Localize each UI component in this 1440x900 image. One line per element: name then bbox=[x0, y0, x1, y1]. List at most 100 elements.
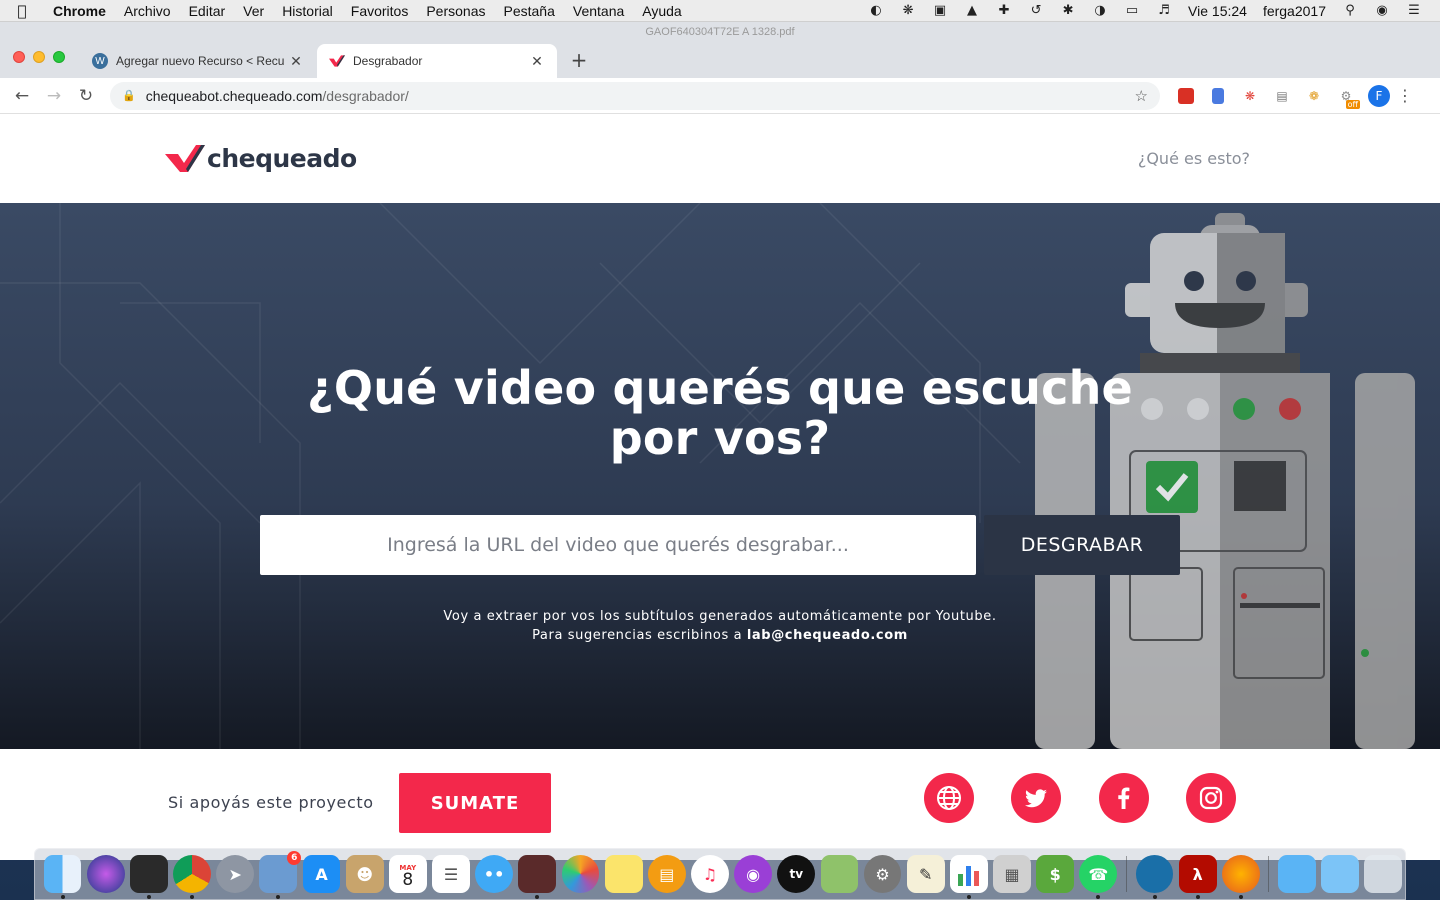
instagram-link[interactable] bbox=[1186, 773, 1236, 823]
contacts-icon[interactable]: ☻ bbox=[345, 855, 384, 893]
mail-icon[interactable]: 6 bbox=[259, 851, 302, 899]
chrome-menu-icon[interactable]: ⋮ bbox=[1390, 86, 1420, 105]
wifi-tray-icon[interactable]: ◑ bbox=[1084, 3, 1116, 18]
chequeado-logo[interactable]: chequeado bbox=[165, 142, 357, 174]
upload-tray-icon[interactable]: ▲ bbox=[956, 3, 988, 18]
website-link[interactable] bbox=[924, 773, 974, 823]
tab-desgrabador[interactable]: Desgrabador ✕ bbox=[317, 44, 557, 78]
applications-folder-icon[interactable] bbox=[1321, 855, 1359, 893]
note-line-2: Para sugerencias escribinos a lab@cheque… bbox=[270, 626, 1170, 645]
calendar-icon[interactable]: MAY 8 bbox=[388, 855, 427, 893]
reminders-icon[interactable]: ☰ bbox=[432, 855, 470, 893]
desgrabar-button[interactable]: DESGRABAR bbox=[984, 515, 1180, 575]
menu-archivo[interactable]: Archivo bbox=[115, 3, 180, 19]
menu-ver[interactable]: Ver bbox=[234, 3, 273, 19]
extension-blue-icon[interactable] bbox=[1202, 86, 1234, 106]
chrome-icon[interactable] bbox=[173, 855, 211, 899]
maps-icon[interactable] bbox=[820, 855, 859, 893]
profile-avatar[interactable]: F bbox=[1368, 84, 1390, 107]
screen-record-tray-icon[interactable]: ▣ bbox=[924, 3, 956, 18]
music-icon[interactable]: ♫ bbox=[691, 855, 729, 893]
chequeado-favicon-icon bbox=[329, 53, 345, 69]
menu-app-name[interactable]: Chrome bbox=[44, 3, 115, 19]
extension-off-icon[interactable]: ⚙ off bbox=[1330, 86, 1362, 109]
twitter-icon bbox=[1025, 789, 1047, 808]
new-tab-button[interactable]: + bbox=[568, 48, 590, 72]
hero-title-line-2: por vos? bbox=[609, 411, 831, 465]
apple-tv-icon[interactable]: tv bbox=[777, 855, 816, 893]
folder-icon[interactable] bbox=[1278, 855, 1316, 893]
lock-icon[interactable]: 🔒 bbox=[122, 89, 136, 102]
money-app-icon[interactable]: $ bbox=[1036, 855, 1075, 893]
contact-email-link[interactable]: lab@chequeado.com bbox=[747, 628, 908, 643]
finder-icon[interactable] bbox=[43, 855, 82, 899]
bookmark-star-icon[interactable]: ☆ bbox=[1135, 87, 1148, 105]
chequeado-logo-icon bbox=[165, 145, 205, 172]
que-es-esto-link[interactable]: ¿Qué es esto? bbox=[1138, 149, 1250, 168]
app-store-icon[interactable]: A bbox=[302, 855, 341, 893]
menubar-clock[interactable]: Vie 15:24 bbox=[1180, 3, 1255, 19]
sync-app-icon[interactable] bbox=[1135, 855, 1174, 899]
acrobat-icon[interactable]: λ bbox=[1178, 855, 1217, 899]
menu-ventana[interactable]: Ventana bbox=[564, 3, 633, 19]
whatsapp-icon[interactable]: ☎ bbox=[1079, 855, 1118, 899]
mission-control-icon[interactable] bbox=[130, 855, 168, 899]
books-icon[interactable]: ▤ bbox=[647, 855, 686, 893]
sumate-button[interactable]: SUMATE bbox=[399, 773, 551, 833]
globe-icon bbox=[937, 786, 961, 810]
siri-icon[interactable]: ◉ bbox=[1366, 3, 1398, 18]
numbers-icon[interactable] bbox=[949, 855, 988, 899]
menubar-user[interactable]: ferga2017 bbox=[1255, 3, 1334, 19]
bluetooth-tray-icon[interactable]: ✱ bbox=[1052, 3, 1084, 18]
plus-tray-icon[interactable]: ✚ bbox=[988, 3, 1020, 18]
menu-ayuda[interactable]: Ayuda bbox=[633, 3, 690, 19]
tab-close-icon[interactable]: ✕ bbox=[529, 53, 545, 70]
photos-icon[interactable] bbox=[561, 855, 600, 893]
launchpad-icon[interactable]: ➤ bbox=[216, 855, 255, 893]
close-window-button[interactable] bbox=[13, 51, 25, 63]
reload-icon[interactable]: ↻ bbox=[70, 86, 102, 106]
time-machine-tray-icon[interactable]: ↺ bbox=[1020, 3, 1052, 18]
messages-icon[interactable]: •• bbox=[475, 855, 514, 893]
podcasts-icon[interactable]: ◉ bbox=[734, 855, 772, 893]
menu-favoritos[interactable]: Favoritos bbox=[342, 3, 418, 19]
zoom-window-button[interactable] bbox=[53, 51, 65, 63]
menu-pestana[interactable]: Pestaña bbox=[495, 3, 564, 19]
extension-spiral-icon[interactable]: ❋ bbox=[1234, 86, 1266, 106]
notes-icon[interactable] bbox=[604, 855, 643, 893]
minimize-window-button[interactable] bbox=[33, 51, 45, 63]
extension-flower-icon[interactable]: ❁ bbox=[1298, 86, 1330, 106]
siri-icon[interactable] bbox=[86, 855, 125, 893]
system-preferences-icon[interactable]: ⚙ bbox=[863, 855, 902, 893]
tab-close-icon[interactable]: ✕ bbox=[288, 53, 304, 70]
apple-menu-icon[interactable]:  bbox=[0, 2, 44, 20]
logo-wordmark: chequeado bbox=[207, 143, 357, 173]
menu-editar[interactable]: Editar bbox=[180, 3, 235, 19]
preview-icon[interactable]: ✎ bbox=[906, 855, 945, 893]
notification-center-icon[interactable]: ☰ bbox=[1398, 3, 1430, 18]
sync-tray-icon[interactable]: ◐ bbox=[860, 3, 892, 18]
window-controls bbox=[13, 51, 65, 63]
volume-tray-icon[interactable]: ♬ bbox=[1148, 3, 1180, 18]
extension-red-icon[interactable] bbox=[1170, 86, 1202, 106]
back-arrow-icon[interactable]: ← bbox=[6, 86, 38, 106]
airplay-tray-icon[interactable]: ▭ bbox=[1116, 3, 1148, 18]
numbers-chart-icon bbox=[957, 866, 979, 886]
menu-historial[interactable]: Historial bbox=[273, 3, 342, 19]
tab-wordpress[interactable]: W Agregar nuevo Recurso < Recu ✕ bbox=[80, 44, 316, 78]
trash-icon[interactable] bbox=[1364, 855, 1403, 893]
twitter-link[interactable] bbox=[1011, 773, 1061, 823]
photo-booth-icon[interactable] bbox=[518, 855, 557, 899]
menu-bar:  Chrome Archivo Editar Ver Historial Fa… bbox=[0, 0, 1440, 22]
aperture-tray-icon[interactable]: ❋ bbox=[892, 3, 924, 18]
forward-arrow-icon[interactable]: → bbox=[38, 86, 70, 106]
address-bar[interactable]: 🔒 chequeabot.chequeado.com /desgrabador/… bbox=[110, 81, 1160, 110]
video-url-input[interactable] bbox=[260, 515, 976, 575]
hero-title: ¿Qué video querés que escuche por vos? bbox=[270, 363, 1170, 463]
extension-book-icon[interactable]: ▤ bbox=[1266, 86, 1298, 106]
firefox-icon[interactable] bbox=[1221, 855, 1260, 899]
calculator-icon[interactable]: ▦ bbox=[993, 855, 1031, 893]
spotlight-icon[interactable]: ⚲ bbox=[1334, 3, 1366, 18]
facebook-link[interactable] bbox=[1099, 773, 1149, 823]
menu-personas[interactable]: Personas bbox=[417, 3, 494, 19]
